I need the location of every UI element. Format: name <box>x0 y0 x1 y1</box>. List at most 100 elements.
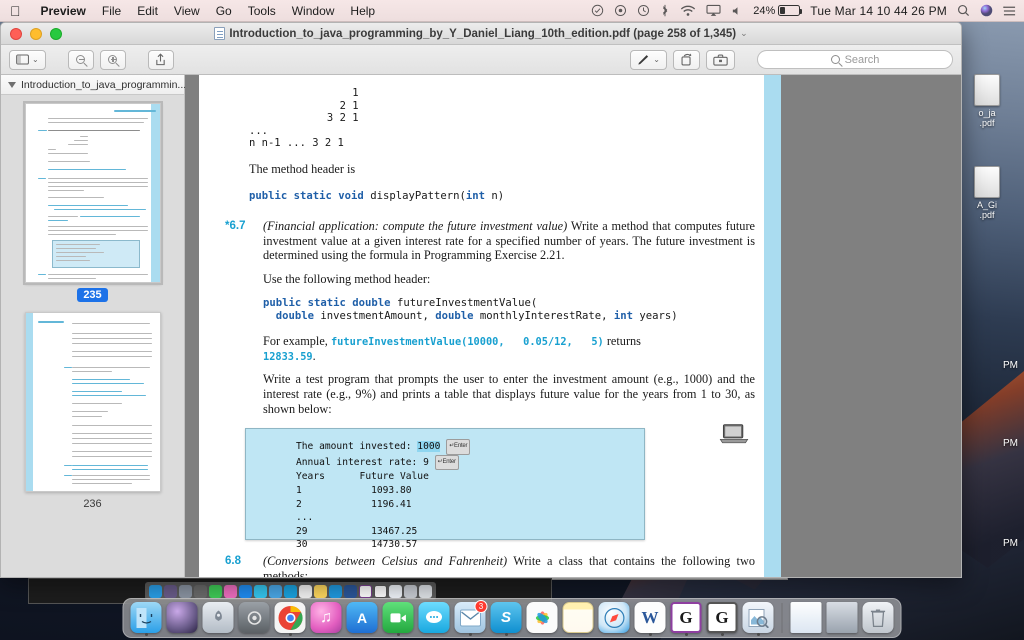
page-edge-accent <box>150 104 160 282</box>
app-store-icon: A <box>346 602 378 633</box>
battery-status[interactable]: 24% <box>753 5 803 17</box>
pdf-file-icon <box>974 74 1000 106</box>
menu-bar-clock[interactable]: Tue Mar 14 10 44 26 PM <box>810 4 947 18</box>
exercise-body: (Financial application: compute the futu… <box>263 219 755 416</box>
trash-icon <box>862 602 894 633</box>
menu-bar:  Preview File Edit View Go Tools Window… <box>0 0 1024 22</box>
console-cell-years: 1 <box>296 485 302 497</box>
dock-item-system-preferences[interactable] <box>238 602 270 633</box>
markup-toolbox-button[interactable] <box>706 49 735 70</box>
dock-item-skype[interactable]: S <box>490 602 522 636</box>
goodnotes-icon: G <box>706 602 738 633</box>
dock-item-microsoft-word[interactable]: W <box>634 602 666 636</box>
dock-item-finder[interactable] <box>130 602 162 636</box>
dock-item-mail[interactable]: 3 <box>454 600 488 636</box>
thumbnail-page-236[interactable] <box>24 312 161 492</box>
dock-item-itunes[interactable]: ♫ <box>310 602 342 633</box>
disclosure-triangle-icon[interactable] <box>8 81 16 88</box>
zoom-in-button[interactable] <box>99 49 126 70</box>
dock-item-goodnotes[interactable]: G <box>670 602 702 636</box>
dock: ♫ A 3 S W G G <box>122 598 902 638</box>
code-keyword: public static void <box>249 190 364 203</box>
share-button[interactable] <box>147 49 174 70</box>
enter-key-badge: ↵Enter <box>446 439 471 455</box>
wifi-icon[interactable] <box>680 5 696 17</box>
console-cell-value: 1093.80 <box>371 485 412 497</box>
mini-dock-icon <box>388 584 402 598</box>
volume-icon[interactable] <box>731 5 743 17</box>
dock-item-preview[interactable] <box>742 602 774 636</box>
apple-menu-icon[interactable]:  <box>0 4 33 18</box>
bluetooth-icon[interactable] <box>660 4 670 17</box>
dock-item-notes[interactable] <box>562 602 594 633</box>
menu-item-window[interactable]: Window <box>284 4 343 18</box>
search-input[interactable]: Search <box>757 50 953 69</box>
test-program-text: Write a test program that prompts the us… <box>263 372 755 416</box>
dock-item-launchpad[interactable] <box>202 602 234 633</box>
exercise-number: *6.7 <box>225 220 246 233</box>
desktop-timestamp: PM <box>1003 360 1018 371</box>
code-keyword: double <box>435 310 474 323</box>
menu-item-go[interactable]: Go <box>208 4 240 18</box>
time-machine-icon[interactable] <box>637 4 650 17</box>
dock-item-downloads-stack[interactable] <box>826 602 858 633</box>
thumbnail-list[interactable]: 235 236 <box>1 95 184 577</box>
sidebar-header[interactable]: Introduction_to_java_programmin... <box>1 75 186 95</box>
console-label: The amount invested: <box>296 441 418 453</box>
rotate-button[interactable] <box>673 49 700 70</box>
markup-button[interactable]: ⌄ <box>630 49 667 70</box>
preview-icon <box>742 602 774 633</box>
sidebar-toggle-button[interactable]: ⌄ <box>9 49 46 70</box>
console-cell-years: 29 <box>296 525 308 537</box>
code-text: investmentAmount, <box>314 310 436 323</box>
thumbnail-page-235[interactable] <box>24 103 161 283</box>
airplay-icon[interactable] <box>706 4 721 17</box>
search-icon <box>830 55 840 64</box>
title-chevron-down-icon[interactable]: ⌄ <box>740 28 748 39</box>
document-scroll-area[interactable]: 1 2 1 3 2 1 ... n n-1 ... 3 2 1 The meth… <box>185 75 961 577</box>
exercise-6-8: 6.8 (Conversions between Celsius and Fah… <box>225 554 755 577</box>
menu-item-edit[interactable]: Edit <box>129 4 166 18</box>
dock-item-messages[interactable] <box>418 602 450 633</box>
dock-item-safari[interactable] <box>598 602 630 633</box>
thumbnail-item[interactable]: 235 <box>1 103 184 302</box>
launchpad-rocket-icon <box>202 602 234 633</box>
thumbnail-item[interactable]: 236 <box>1 312 184 511</box>
desktop-file-icon[interactable]: o_ja .pdf <box>954 74 1020 128</box>
dock-item-photos[interactable] <box>526 602 558 633</box>
desktop-file-icon[interactable]: A_Gi .pdf <box>954 166 1020 220</box>
dock-item-app-store[interactable]: A <box>346 602 378 633</box>
dropbox-icon[interactable] <box>614 4 627 17</box>
word-icon: W <box>634 602 666 633</box>
code-keyword: int <box>613 310 633 323</box>
console-cell-years: 2 <box>296 498 302 510</box>
dock-separator <box>781 603 783 633</box>
checkmark-circle-icon[interactable] <box>591 4 604 17</box>
mail-unread-badge: 3 <box>474 600 488 613</box>
exercise-description: (Financial application: compute the futu… <box>263 219 755 263</box>
pattern-line: ... <box>249 124 268 137</box>
mini-dock-icon <box>403 584 417 598</box>
code-text: futureInvestmentValue( <box>390 297 538 310</box>
notification-center-icon[interactable] <box>1003 5 1016 17</box>
menu-item-view[interactable]: View <box>166 4 208 18</box>
window-titlebar[interactable]: Introduction_to_java_programming_by_Y_Da… <box>1 23 961 45</box>
menu-item-help[interactable]: Help <box>342 4 383 18</box>
window-title-text: Introduction_to_java_programming_by_Y_Da… <box>229 27 737 40</box>
downloads-stack-icon <box>826 602 858 633</box>
menu-item-tools[interactable]: Tools <box>240 4 284 18</box>
console-cell-value: 14730.57 <box>371 539 418 551</box>
dock-item-documents-stack[interactable] <box>790 602 822 633</box>
dock-item-goodnotes-2[interactable]: G <box>706 602 738 636</box>
siri-icon[interactable] <box>980 4 993 17</box>
mini-dock-icon <box>148 584 162 598</box>
dock-item-siri[interactable] <box>166 602 198 633</box>
dock-item-facetime[interactable] <box>382 602 414 636</box>
menu-item-file[interactable]: File <box>94 4 129 18</box>
dock-item-trash[interactable] <box>862 602 894 633</box>
menu-item-preview[interactable]: Preview <box>33 4 94 18</box>
dock-item-google-chrome[interactable] <box>274 602 306 636</box>
zoom-out-button[interactable] <box>67 49 94 70</box>
spotlight-search-icon[interactable] <box>957 4 970 17</box>
pattern-line: 3 2 1 <box>289 112 359 124</box>
